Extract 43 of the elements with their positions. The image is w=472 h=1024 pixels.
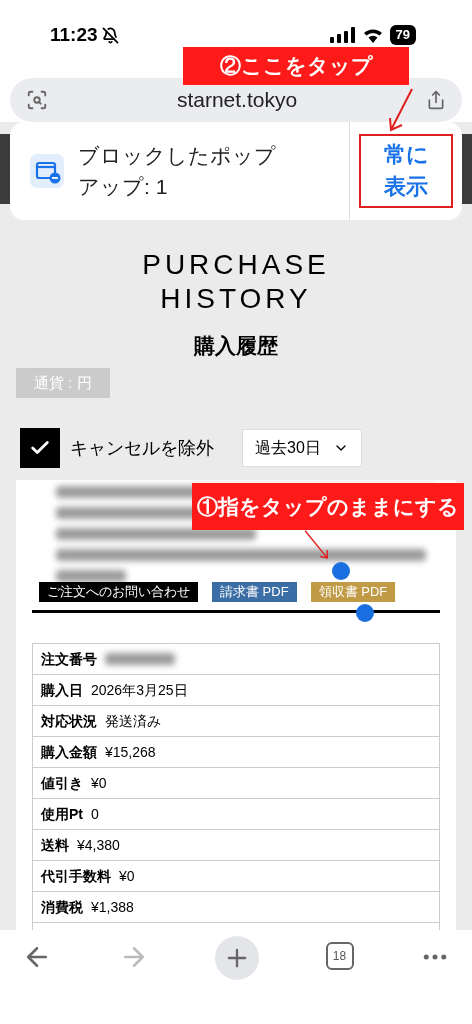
detail-label: 値引き [41,773,83,793]
detail-label: 注文番号 [41,649,97,669]
order-action-button[interactable]: 請求書 PDF [212,582,297,602]
share-icon[interactable] [426,90,446,110]
annotation-callout: ②ここをタップ [183,47,409,85]
period-select[interactable]: 過去30日 [242,429,362,467]
new-tab-button[interactable] [215,936,259,980]
detail-label: 送料 [41,835,69,855]
detail-value: ¥0 [119,866,135,886]
detail-value: 発送済み [105,711,161,731]
detail-label: 購入日 [41,680,83,700]
selection-handle-icon[interactable] [356,604,374,622]
battery-level: 79 [389,25,416,45]
detail-value: ¥4,380 [77,835,120,855]
popup-message: ブロックしたポップアップ: 1 [78,143,277,200]
detail-value: ¥0 [91,773,107,793]
order-action-button[interactable]: ご注文へのお問い合わせ [39,582,198,602]
detail-label: 購入金額 [41,742,97,762]
detail-label: 使用Pt [41,804,83,824]
wifi-icon [362,27,383,43]
detail-label: 代引手数料 [41,866,111,886]
bell-muted-icon [101,26,119,44]
exclude-cancel-label: キャンセルを除外 [70,436,214,460]
exclude-cancel-checkbox[interactable] [20,428,60,468]
url-text: starnet.tokyo [176,87,298,114]
annotation-callout: ①指をタップのままにする [192,483,464,530]
page-subtitle: 購入履歴 [194,333,278,359]
detail-value: 0 [91,804,99,824]
pointer-arrow [386,88,416,134]
always-show-button[interactable]: 常に表示 [359,134,453,208]
detail-value: ¥15,268 [105,742,156,762]
signal-icon [329,27,356,43]
page-title: PURCHASE HISTORY [141,248,331,316]
status-time: 11:23 [50,22,98,47]
blocked-popup-icon [30,154,64,188]
selection-handle-icon[interactable] [332,562,350,580]
detail-value: ¥1,388 [91,897,134,917]
lens-icon[interactable] [26,89,48,111]
address-bar[interactable]: starnet.tokyo [10,78,462,122]
detail-label: 対応状況 [41,711,97,731]
detail-label: 消費税 [41,897,83,917]
tab-count-button[interactable]: 18 [325,942,354,970]
detail-value: 2026年3月25日 [91,680,188,700]
